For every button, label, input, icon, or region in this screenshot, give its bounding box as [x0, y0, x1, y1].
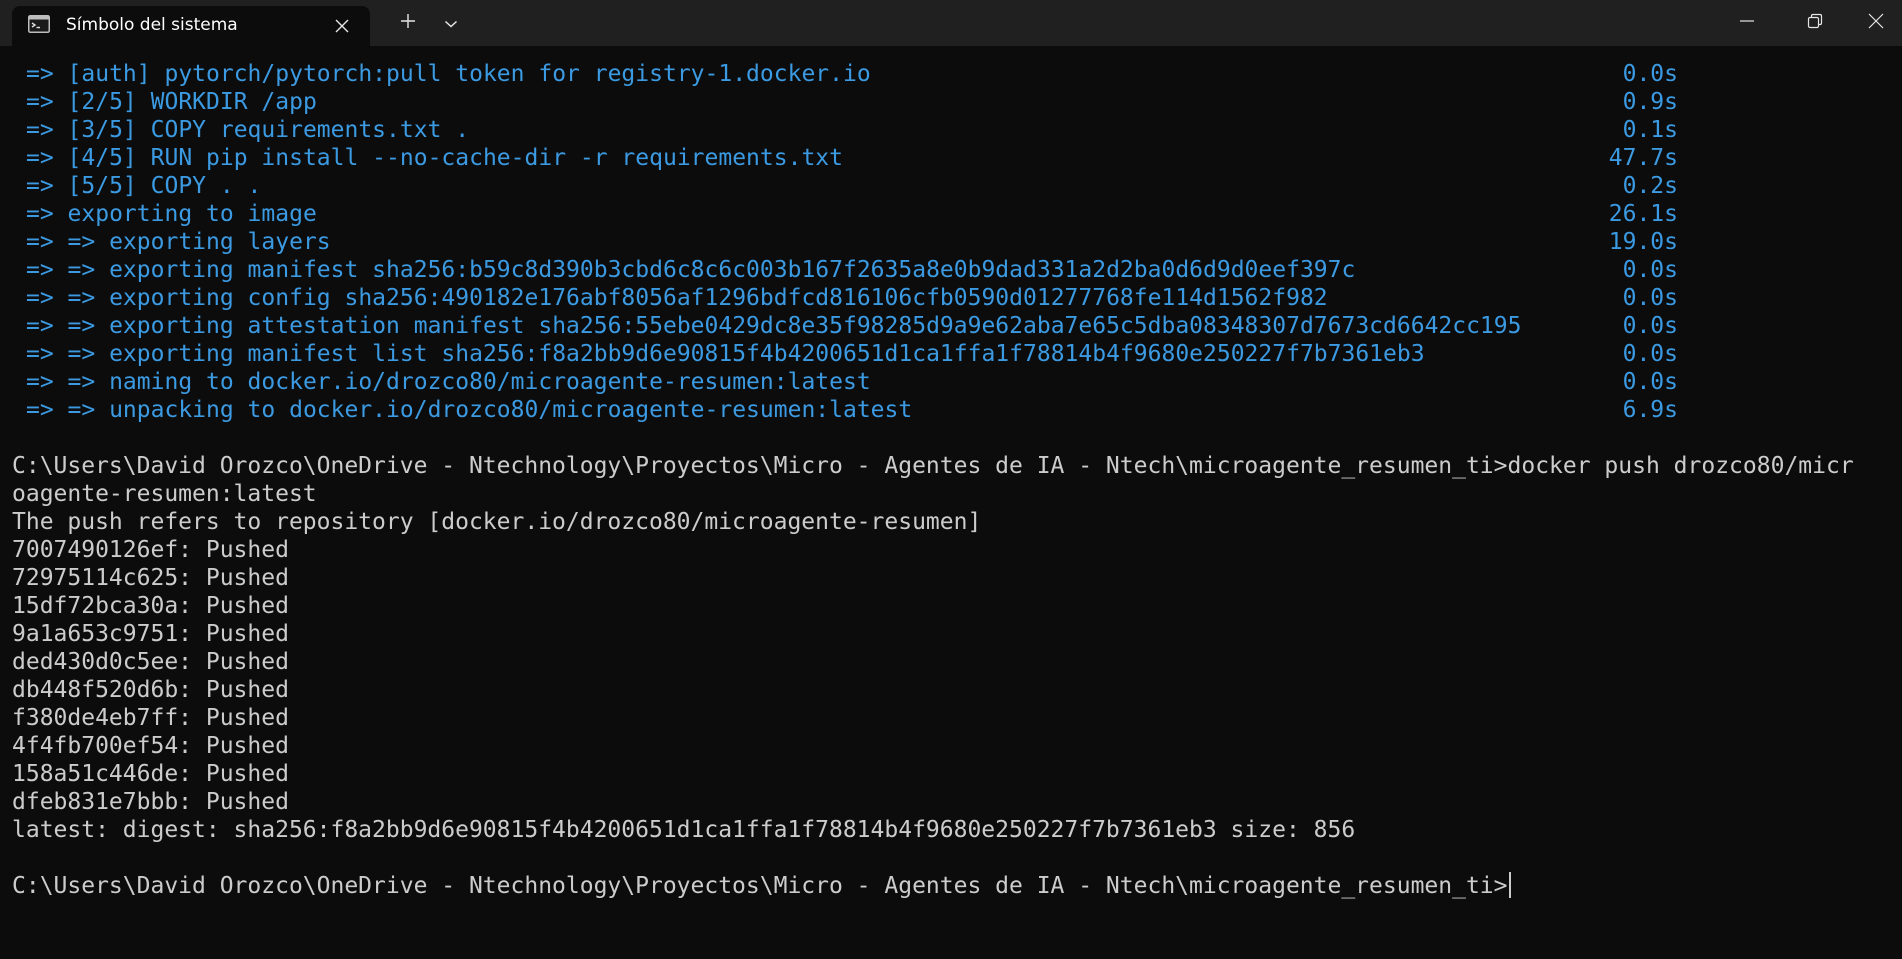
layer-pushed-line: dfeb831e7bbb: Pushed: [12, 789, 289, 815]
build-step-time: 6.9s: [1622, 397, 1678, 423]
minimize-button[interactable]: [1714, 0, 1780, 46]
minimize-icon: [1739, 13, 1755, 33]
close-window-button[interactable]: [1850, 0, 1902, 46]
layer-pushed-line: 72975114c625: Pushed: [12, 565, 289, 591]
tab-title: Símbolo del sistema: [66, 15, 238, 35]
build-step-time: 0.0s: [1622, 341, 1678, 367]
layer-pushed-line: ded430d0c5ee: Pushed: [12, 649, 289, 675]
build-step-line: => exporting to image 26.1s: [12, 200, 1678, 228]
tab-simbolo-del-sistema[interactable]: Símbolo del sistema: [12, 6, 370, 46]
build-step-text: => [2/5] WORKDIR /app: [26, 89, 317, 115]
build-step-text: => [auth] pytorch/pytorch:pull token for…: [26, 61, 871, 87]
new-tab-button[interactable]: [392, 8, 424, 38]
build-step-line: => [2/5] WORKDIR /app 0.9s: [12, 88, 1678, 116]
close-icon[interactable]: [328, 12, 356, 40]
build-step-line: => [5/5] COPY . . 0.2s: [12, 172, 1678, 200]
layer-pushed-line: 15df72bca30a: Pushed: [12, 593, 289, 619]
build-step-time: 0.9s: [1622, 89, 1678, 115]
build-step-line: => => exporting layers 19.0s: [12, 228, 1678, 256]
build-step-line: => => unpacking to docker.io/drozco80/mi…: [12, 396, 1678, 424]
build-step-line: => => naming to docker.io/drozco80/micro…: [12, 368, 1678, 396]
terminal-icon: [28, 15, 50, 33]
prompt-line[interactable]: C:\Users\David Orozco\OneDrive - Ntechno…: [12, 872, 1511, 900]
build-step-text: => => exporting attestation manifest sha…: [26, 313, 1522, 339]
output-line: The push refers to repository [docker.io…: [12, 509, 982, 535]
terminal-output[interactable]: => [auth] pytorch/pytorch:pull token for…: [0, 46, 1902, 959]
build-step-text: => => unpacking to docker.io/drozco80/mi…: [26, 397, 913, 423]
build-step-line: => [3/5] COPY requirements.txt . 0.1s: [12, 116, 1678, 144]
layer-pushed-line: 158a51c446de: Pushed: [12, 761, 289, 787]
build-step-line: => => exporting attestation manifest sha…: [12, 312, 1678, 340]
layer-pushed-line: f380de4eb7ff: Pushed: [12, 705, 289, 731]
build-step-text: => => exporting config sha256:490182e176…: [26, 285, 1328, 311]
build-step-time: 26.1s: [1608, 201, 1678, 227]
build-step-text: => exporting to image: [26, 201, 317, 227]
build-step-text: => [3/5] COPY requirements.txt .: [26, 117, 470, 143]
build-step-line: => => exporting config sha256:490182e176…: [12, 284, 1678, 312]
tab-dropdown-button[interactable]: [436, 8, 466, 38]
build-step-text: => => exporting manifest list sha256:f8a…: [26, 341, 1425, 367]
text-cursor: [1508, 872, 1511, 898]
build-step-time: 19.0s: [1608, 229, 1678, 255]
prompt-text: C:\Users\David Orozco\OneDrive - Ntechno…: [12, 873, 1508, 899]
build-step-line: => => exporting manifest sha256:b59c8d39…: [12, 256, 1678, 284]
build-step-text: => => exporting layers: [26, 229, 331, 255]
restore-icon: [1807, 13, 1823, 33]
command-line: C:\Users\David Orozco\OneDrive - Ntechno…: [12, 453, 1854, 479]
layer-pushed-line: 9a1a653c9751: Pushed: [12, 621, 289, 647]
build-step-text: => => naming to docker.io/drozco80/micro…: [26, 369, 871, 395]
title-bar: Símbolo del sistema: [0, 0, 1902, 46]
build-step-line: => => exporting manifest list sha256:f8a…: [12, 340, 1678, 368]
build-step-line: => [auth] pytorch/pytorch:pull token for…: [12, 60, 1678, 88]
chevron-down-icon: [444, 14, 458, 33]
build-step-time: 47.7s: [1608, 145, 1678, 171]
build-step-time: 0.1s: [1622, 117, 1678, 143]
restore-button[interactable]: [1782, 0, 1848, 46]
build-step-text: => [5/5] COPY . .: [26, 173, 262, 199]
build-step-time: 0.2s: [1622, 173, 1678, 199]
layer-pushed-line: db448f520d6b: Pushed: [12, 677, 289, 703]
build-step-text: => => exporting manifest sha256:b59c8d39…: [26, 257, 1356, 283]
command-line-wrap: oagente-resumen:latest: [12, 481, 317, 507]
build-step-time: 0.0s: [1622, 313, 1678, 339]
build-step-line: => [4/5] RUN pip install --no-cache-dir …: [12, 144, 1678, 172]
plus-icon: [400, 13, 416, 33]
layer-pushed-line: 4f4fb700ef54: Pushed: [12, 733, 289, 759]
build-step-time: 0.0s: [1622, 369, 1678, 395]
digest-line: latest: digest: sha256:f8a2bb9d6e90815f4…: [12, 817, 1356, 843]
close-icon: [1868, 13, 1884, 33]
build-step-text: => [4/5] RUN pip install --no-cache-dir …: [26, 145, 843, 171]
build-step-time: 0.0s: [1622, 61, 1678, 87]
layer-pushed-line: 7007490126ef: Pushed: [12, 537, 289, 563]
build-step-time: 0.0s: [1622, 285, 1678, 311]
build-step-time: 0.0s: [1622, 257, 1678, 283]
